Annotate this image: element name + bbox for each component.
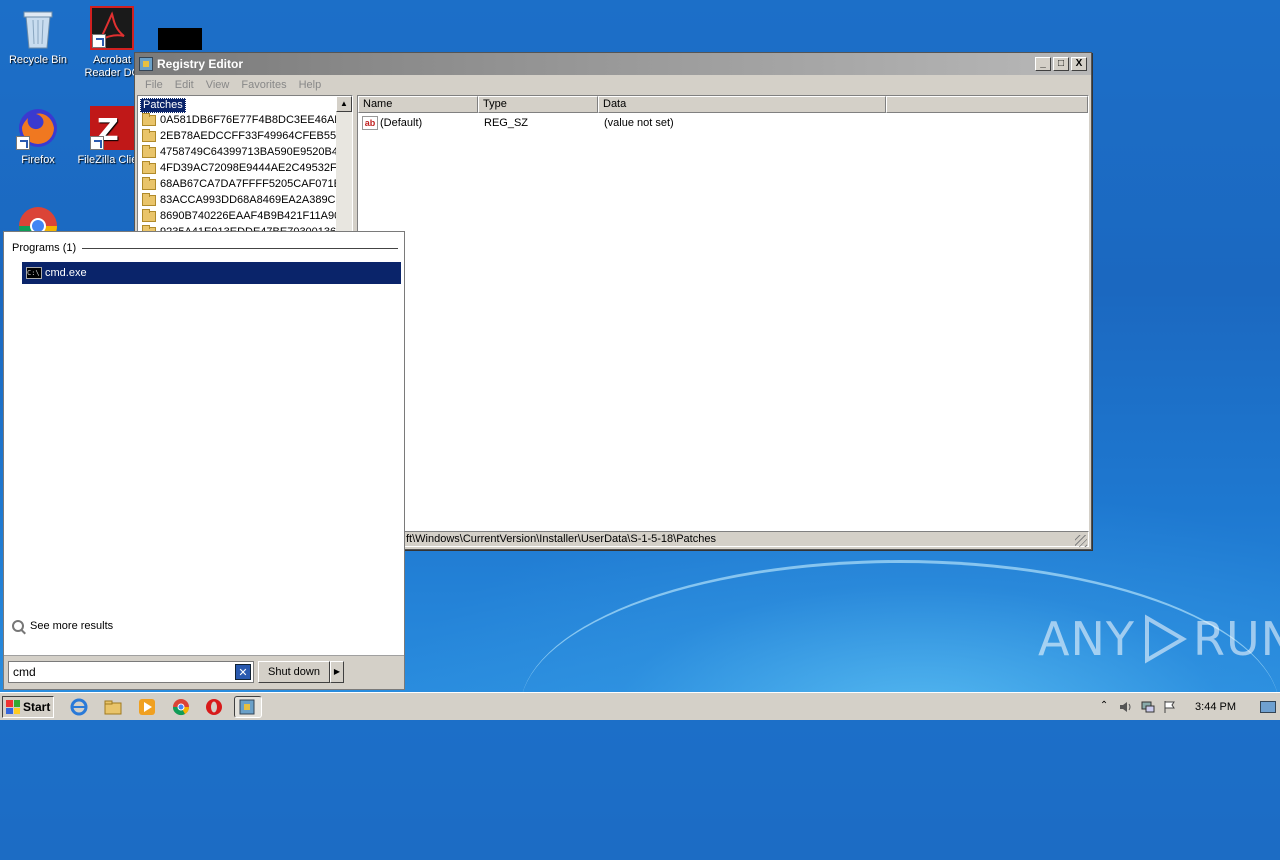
- programs-section-header: Programs (1): [12, 242, 398, 254]
- cmd-icon: C:\: [26, 267, 42, 279]
- desktop-icon-recycle-bin[interactable]: Recycle Bin: [0, 6, 76, 66]
- tree-node[interactable]: 0A581DB6F76E77F4B8DC3EE46AEA(: [142, 112, 338, 128]
- recycle-bin-icon: [16, 6, 60, 50]
- acrobat-reader-icon: [90, 6, 134, 50]
- folder-icon: [142, 160, 156, 174]
- folder-icon: [142, 208, 156, 222]
- tree-node-label: 4758749C64399713BA590E9520B4E: [160, 146, 338, 158]
- status-path: ft\Windows\CurrentVersion\Installer\User…: [406, 533, 716, 545]
- shortcut-arrow-icon: [16, 136, 30, 150]
- tree-node[interactable]: 4758749C64399713BA590E9520B4E: [142, 144, 338, 160]
- watermark-text-left: ANY: [1038, 612, 1135, 666]
- watermark-text-right: RUN: [1192, 612, 1280, 666]
- start-menu-footer: cmd ✕ Shut down ▶: [4, 655, 404, 689]
- column-header-filler: [886, 96, 1088, 113]
- tree-node[interactable]: 4FD39AC72098E9444AE2C49532FCI: [142, 160, 338, 176]
- play-triangle-icon: [1141, 614, 1187, 664]
- clear-search-icon[interactable]: ✕: [235, 664, 251, 680]
- volume-icon[interactable]: [1119, 700, 1133, 714]
- black-app-icon: [158, 28, 202, 50]
- tree-node-label: 0A581DB6F76E77F4B8DC3EE46AEA(: [160, 114, 338, 126]
- menu-bar: File Edit View Favorites Help: [135, 75, 1091, 95]
- list-item[interactable]: ab (Default) REG_SZ (value not set): [358, 114, 1088, 131]
- show-hidden-icons-icon[interactable]: ⌃: [1097, 700, 1111, 714]
- internet-explorer-icon[interactable]: [70, 698, 88, 716]
- desktop-icon-label: Firefox: [21, 154, 55, 166]
- desktop-icon-label: Recycle Bin: [8, 54, 68, 66]
- search-icon: [12, 620, 24, 632]
- folder-icon: [142, 144, 156, 158]
- opera-icon[interactable]: [205, 698, 223, 716]
- tree-node[interactable]: 8690B740226EAAF4B9B421F11A90D: [142, 208, 338, 224]
- media-player-icon[interactable]: [138, 698, 156, 716]
- column-header-type[interactable]: Type: [478, 96, 598, 113]
- shutdown-button[interactable]: Shut down: [258, 661, 330, 683]
- value-name: (Default): [380, 116, 423, 129]
- column-header-name[interactable]: Name: [358, 96, 478, 113]
- regedit-icon: [139, 57, 153, 71]
- tree-node[interactable]: 2EB78AEDCCFF33F49964CFEB551A': [142, 128, 338, 144]
- start-label: Start: [23, 700, 51, 714]
- taskbar: Start ⌃ 3:44 PM: [0, 692, 1280, 720]
- see-more-label: See more results: [30, 620, 114, 632]
- folder-icon: [142, 192, 156, 206]
- window-titlebar[interactable]: Registry Editor _ □ X: [135, 53, 1091, 75]
- tree-node[interactable]: 83ACCA993DD68A8469EA2A389C57: [142, 192, 338, 208]
- value-type: REG_SZ: [484, 116, 529, 129]
- search-input[interactable]: cmd ✕: [8, 661, 254, 683]
- folder-icon: [142, 112, 156, 126]
- tree-node-label: 2EB78AEDCCFF33F49964CFEB551A': [160, 130, 338, 142]
- chrome-taskbar-icon[interactable]: [172, 698, 190, 716]
- tree-node-selected[interactable]: Patches: [140, 98, 186, 113]
- menu-edit[interactable]: Edit: [169, 79, 200, 91]
- show-desktop-button[interactable]: [1260, 701, 1276, 713]
- tree-node[interactable]: 68AB67CA7DA7FFFF5205CAF071E4: [142, 176, 338, 192]
- shortcut-arrow-icon: [92, 34, 106, 48]
- desktop-icon-firefox[interactable]: Firefox: [0, 106, 76, 166]
- desktop-icon-unknown[interactable]: [150, 28, 210, 54]
- windows-logo-icon: [6, 700, 20, 714]
- anyrun-watermark: ANY RUN: [1038, 612, 1280, 666]
- firefox-icon: [16, 106, 60, 150]
- section-divider: [82, 247, 398, 249]
- programs-section-title: Programs (1): [12, 242, 77, 254]
- tree-node-label: 4FD39AC72098E9444AE2C49532FCI: [160, 162, 338, 174]
- maximize-button[interactable]: □: [1053, 57, 1069, 71]
- action-center-flag-icon[interactable]: [1163, 700, 1177, 714]
- taskbar-clock[interactable]: 3:44 PM: [1195, 701, 1236, 713]
- column-header-data[interactable]: Data: [598, 96, 886, 113]
- values-list[interactable]: Name Type Data ab (Default) REG_SZ (valu…: [357, 95, 1089, 531]
- menu-file[interactable]: File: [139, 79, 169, 91]
- string-value-icon: ab: [362, 115, 378, 130]
- menu-view[interactable]: View: [200, 79, 236, 91]
- list-header: Name Type Data: [358, 96, 1088, 113]
- shutdown-options-arrow-icon[interactable]: ▶: [330, 661, 344, 683]
- registry-editor-taskbar-button[interactable]: [234, 696, 262, 718]
- folder-icon: [142, 176, 156, 190]
- network-icon[interactable]: [1141, 700, 1155, 714]
- resize-grip-icon[interactable]: [1075, 535, 1087, 547]
- folder-icon: [142, 128, 156, 142]
- system-tray: ⌃ 3:44 PM: [1097, 696, 1280, 718]
- value-data: (value not set): [604, 116, 674, 129]
- filezilla-icon: Z: [90, 106, 134, 150]
- tree-node-label: 8690B740226EAAF4B9B421F11A90D: [160, 210, 338, 222]
- file-explorer-icon[interactable]: [104, 698, 122, 716]
- menu-favorites[interactable]: Favorites: [235, 79, 292, 91]
- start-button[interactable]: Start: [2, 696, 54, 718]
- search-result-cmd[interactable]: C:\ cmd.exe: [22, 262, 401, 284]
- start-menu: Programs (1) C:\ cmd.exe See more result…: [3, 231, 405, 690]
- shortcut-arrow-icon: [90, 136, 104, 150]
- minimize-button[interactable]: _: [1035, 57, 1051, 71]
- tree-node-label: 83ACCA993DD68A8469EA2A389C57: [160, 194, 338, 206]
- see-more-results-link[interactable]: See more results: [12, 620, 113, 632]
- search-result-label: cmd.exe: [45, 267, 87, 279]
- close-button[interactable]: X: [1071, 57, 1087, 71]
- window-title: Registry Editor: [157, 57, 244, 71]
- menu-help[interactable]: Help: [293, 79, 328, 91]
- search-input-value: cmd: [13, 665, 36, 679]
- scroll-up-arrow-icon[interactable]: ▲: [336, 96, 352, 112]
- tree-node-label: 68AB67CA7DA7FFFF5205CAF071E4: [160, 178, 338, 190]
